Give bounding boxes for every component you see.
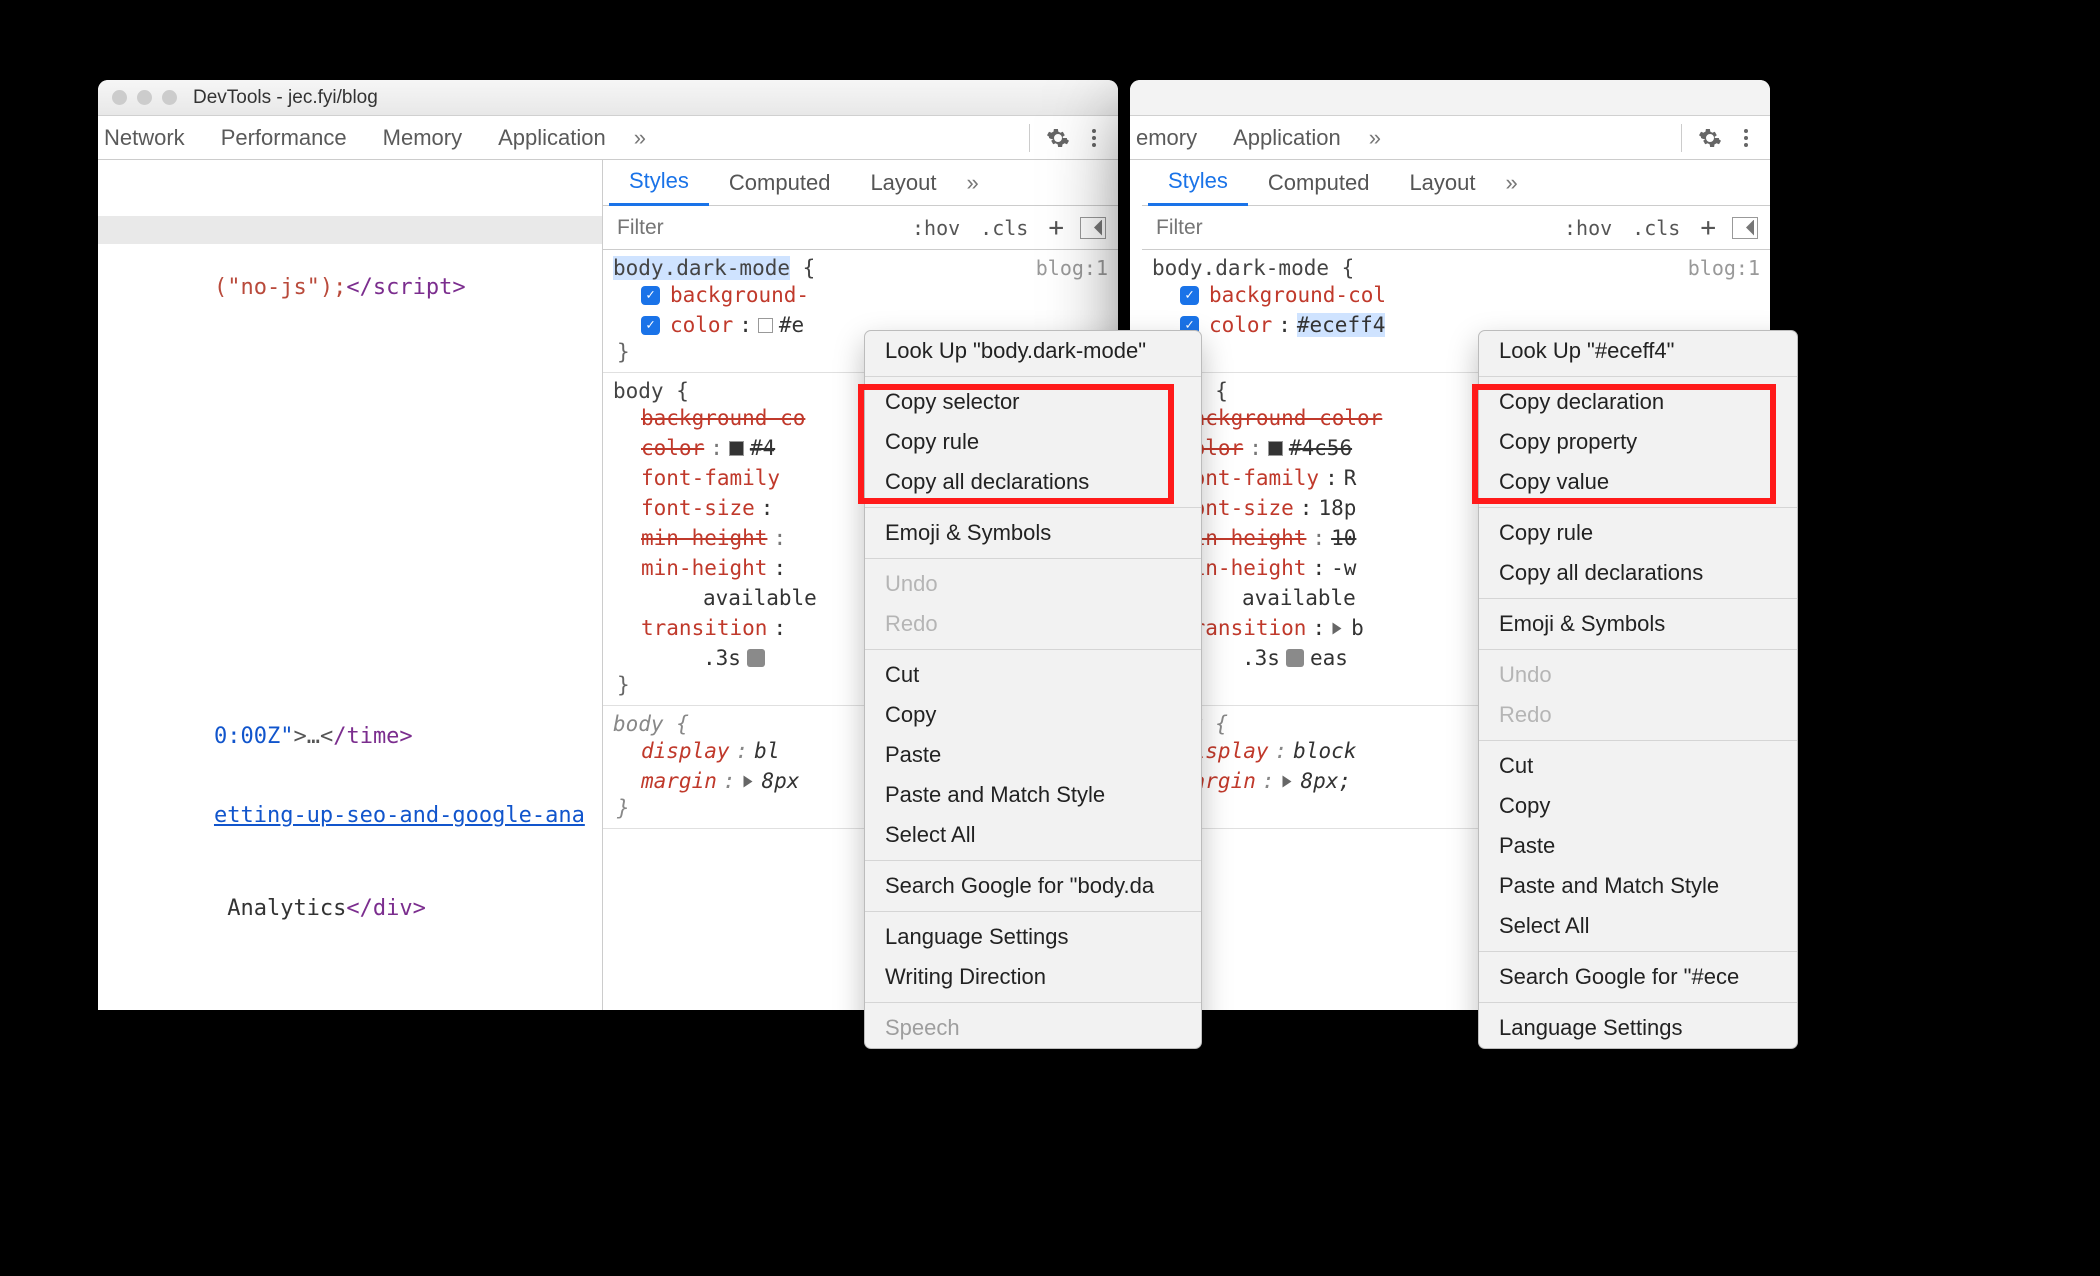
ctx-copy[interactable]: Copy xyxy=(1479,786,1797,826)
subtab-computed[interactable]: Computed xyxy=(1248,160,1390,206)
gear-icon[interactable] xyxy=(1040,120,1076,156)
ctx-speech[interactable]: Speech xyxy=(865,1008,1201,1048)
tab-application[interactable]: Application xyxy=(1215,116,1359,160)
ctx-copy-all-declarations[interactable]: Copy all declarations xyxy=(865,462,1201,502)
code-line-analytics: Analytics</div> xyxy=(98,869,602,948)
tab-memory[interactable]: emory xyxy=(1136,116,1215,160)
ctx-copy-declaration[interactable]: Copy declaration xyxy=(1479,382,1797,422)
expand-icon[interactable] xyxy=(1333,622,1342,634)
source-link[interactable]: blog:1 xyxy=(1036,256,1108,280)
ctx-writing-direction[interactable]: Writing Direction xyxy=(865,957,1201,997)
ctx-copy-value[interactable]: Copy value xyxy=(1479,462,1797,502)
ctx-select-all[interactable]: Select All xyxy=(865,815,1201,855)
subtab-styles[interactable]: Styles xyxy=(1148,160,1248,206)
window-title: DevTools - jec.fyi/blog xyxy=(193,87,378,109)
color-swatch-icon[interactable] xyxy=(1268,441,1283,456)
color-swatch-icon[interactable] xyxy=(758,318,773,333)
panel-tabs: emory Application » xyxy=(1130,116,1770,160)
ctx-paste-match[interactable]: Paste and Match Style xyxy=(1479,866,1797,906)
title-bar: DevTools - jec.fyi/blog xyxy=(98,80,1118,116)
source-link[interactable]: blog:1 xyxy=(1688,256,1760,280)
subtab-styles[interactable]: Styles xyxy=(609,160,709,206)
styles-subtabs: Styles Computed Layout » xyxy=(603,160,1118,206)
ctx-undo: Undo xyxy=(1479,655,1797,695)
kebab-icon[interactable] xyxy=(1076,120,1112,156)
ctx-cut[interactable]: Cut xyxy=(865,655,1201,695)
ctx-lookup[interactable]: Look Up "#eceff4" xyxy=(1479,331,1797,371)
subtab-layout[interactable]: Layout xyxy=(1389,160,1495,206)
easing-icon[interactable] xyxy=(1286,649,1304,667)
hov-button[interactable]: :hov xyxy=(1554,216,1622,240)
ctx-cut[interactable]: Cut xyxy=(1479,746,1797,786)
close-dot[interactable] xyxy=(112,90,127,105)
context-menu-selector[interactable]: Look Up "body.dark-mode" Copy selector C… xyxy=(864,330,1202,1049)
ctx-undo: Undo xyxy=(865,564,1201,604)
styles-filter-input[interactable] xyxy=(603,216,902,240)
styles-subtabs: Styles Computed Layout » xyxy=(1142,160,1770,206)
new-rule-button[interactable]: + xyxy=(1690,213,1726,243)
checkbox-icon[interactable] xyxy=(641,316,660,335)
ctx-copy-all-declarations[interactable]: Copy all declarations xyxy=(1479,553,1797,593)
ctx-paste-match[interactable]: Paste and Match Style xyxy=(865,775,1201,815)
styles-filter-row: :hov .cls + xyxy=(1142,206,1770,250)
easing-icon[interactable] xyxy=(747,649,765,667)
divider xyxy=(1681,124,1682,152)
ctx-copy[interactable]: Copy xyxy=(865,695,1201,735)
ctx-search-google[interactable]: Search Google for "#ece xyxy=(1479,957,1797,997)
ctx-language[interactable]: Language Settings xyxy=(865,917,1201,957)
hov-button[interactable]: :hov xyxy=(902,216,970,240)
styles-filter-row: :hov .cls + xyxy=(603,206,1118,250)
ctx-emoji[interactable]: Emoji & Symbols xyxy=(865,513,1201,553)
tabs-overflow-icon[interactable]: » xyxy=(1359,125,1391,151)
tab-memory[interactable]: Memory xyxy=(365,116,480,160)
expand-icon[interactable] xyxy=(1282,775,1291,787)
ctx-paste[interactable]: Paste xyxy=(865,735,1201,775)
minimize-dot[interactable] xyxy=(137,90,152,105)
subtab-computed[interactable]: Computed xyxy=(709,160,851,206)
ctx-search-google[interactable]: Search Google for "body.da xyxy=(865,866,1201,906)
context-menu-value[interactable]: Look Up "#eceff4" Copy declaration Copy … xyxy=(1478,330,1798,1049)
tab-network[interactable]: Network xyxy=(104,116,203,160)
styles-filter-input[interactable] xyxy=(1142,216,1554,240)
ctx-redo: Redo xyxy=(1479,695,1797,735)
tab-application[interactable]: Application xyxy=(480,116,624,160)
code-line-link[interactable]: etting-up-seo-and-google-ana xyxy=(98,776,602,855)
ctx-copy-rule[interactable]: Copy rule xyxy=(865,422,1201,462)
sidebar-toggle-icon[interactable] xyxy=(1080,217,1106,239)
kebab-icon[interactable] xyxy=(1728,120,1764,156)
divider xyxy=(1029,124,1030,152)
sidebar-toggle-icon[interactable] xyxy=(1732,217,1758,239)
ctx-select-all[interactable]: Select All xyxy=(1479,906,1797,946)
tab-performance[interactable]: Performance xyxy=(203,116,365,160)
ctx-copy-selector[interactable]: Copy selector xyxy=(865,382,1201,422)
ctx-paste[interactable]: Paste xyxy=(1479,826,1797,866)
subtab-layout[interactable]: Layout xyxy=(850,160,956,206)
zoom-dot[interactable] xyxy=(162,90,177,105)
checkbox-icon[interactable] xyxy=(1180,286,1199,305)
expand-icon[interactable] xyxy=(743,775,752,787)
code-line-script: ("no-js");</script​> xyxy=(98,248,602,327)
traffic-lights xyxy=(112,90,177,105)
cls-button[interactable]: .cls xyxy=(970,216,1038,240)
new-rule-button[interactable]: + xyxy=(1038,213,1074,243)
code-line-time: 0:00Z">…</time> xyxy=(98,697,602,776)
ctx-lookup[interactable]: Look Up "body.dark-mode" xyxy=(865,331,1201,371)
ctx-copy-property[interactable]: Copy property xyxy=(1479,422,1797,462)
subtabs-overflow-icon[interactable]: » xyxy=(957,170,989,196)
ctx-language[interactable]: Language Settings xyxy=(1479,1008,1797,1048)
cls-button[interactable]: .cls xyxy=(1622,216,1690,240)
gear-icon[interactable] xyxy=(1692,120,1728,156)
checkbox-icon[interactable] xyxy=(641,286,660,305)
elements-source-pane: ("no-js");</script​> 0:00Z">…</time> ett… xyxy=(98,160,602,1010)
ctx-emoji[interactable]: Emoji & Symbols xyxy=(1479,604,1797,644)
color-swatch-icon[interactable] xyxy=(729,441,744,456)
panel-tabs: Network Performance Memory Application » xyxy=(98,116,1118,160)
ctx-copy-rule[interactable]: Copy rule xyxy=(1479,513,1797,553)
tabs-overflow-icon[interactable]: » xyxy=(624,125,656,151)
ctx-redo: Redo xyxy=(865,604,1201,644)
subtabs-overflow-icon[interactable]: » xyxy=(1496,170,1528,196)
